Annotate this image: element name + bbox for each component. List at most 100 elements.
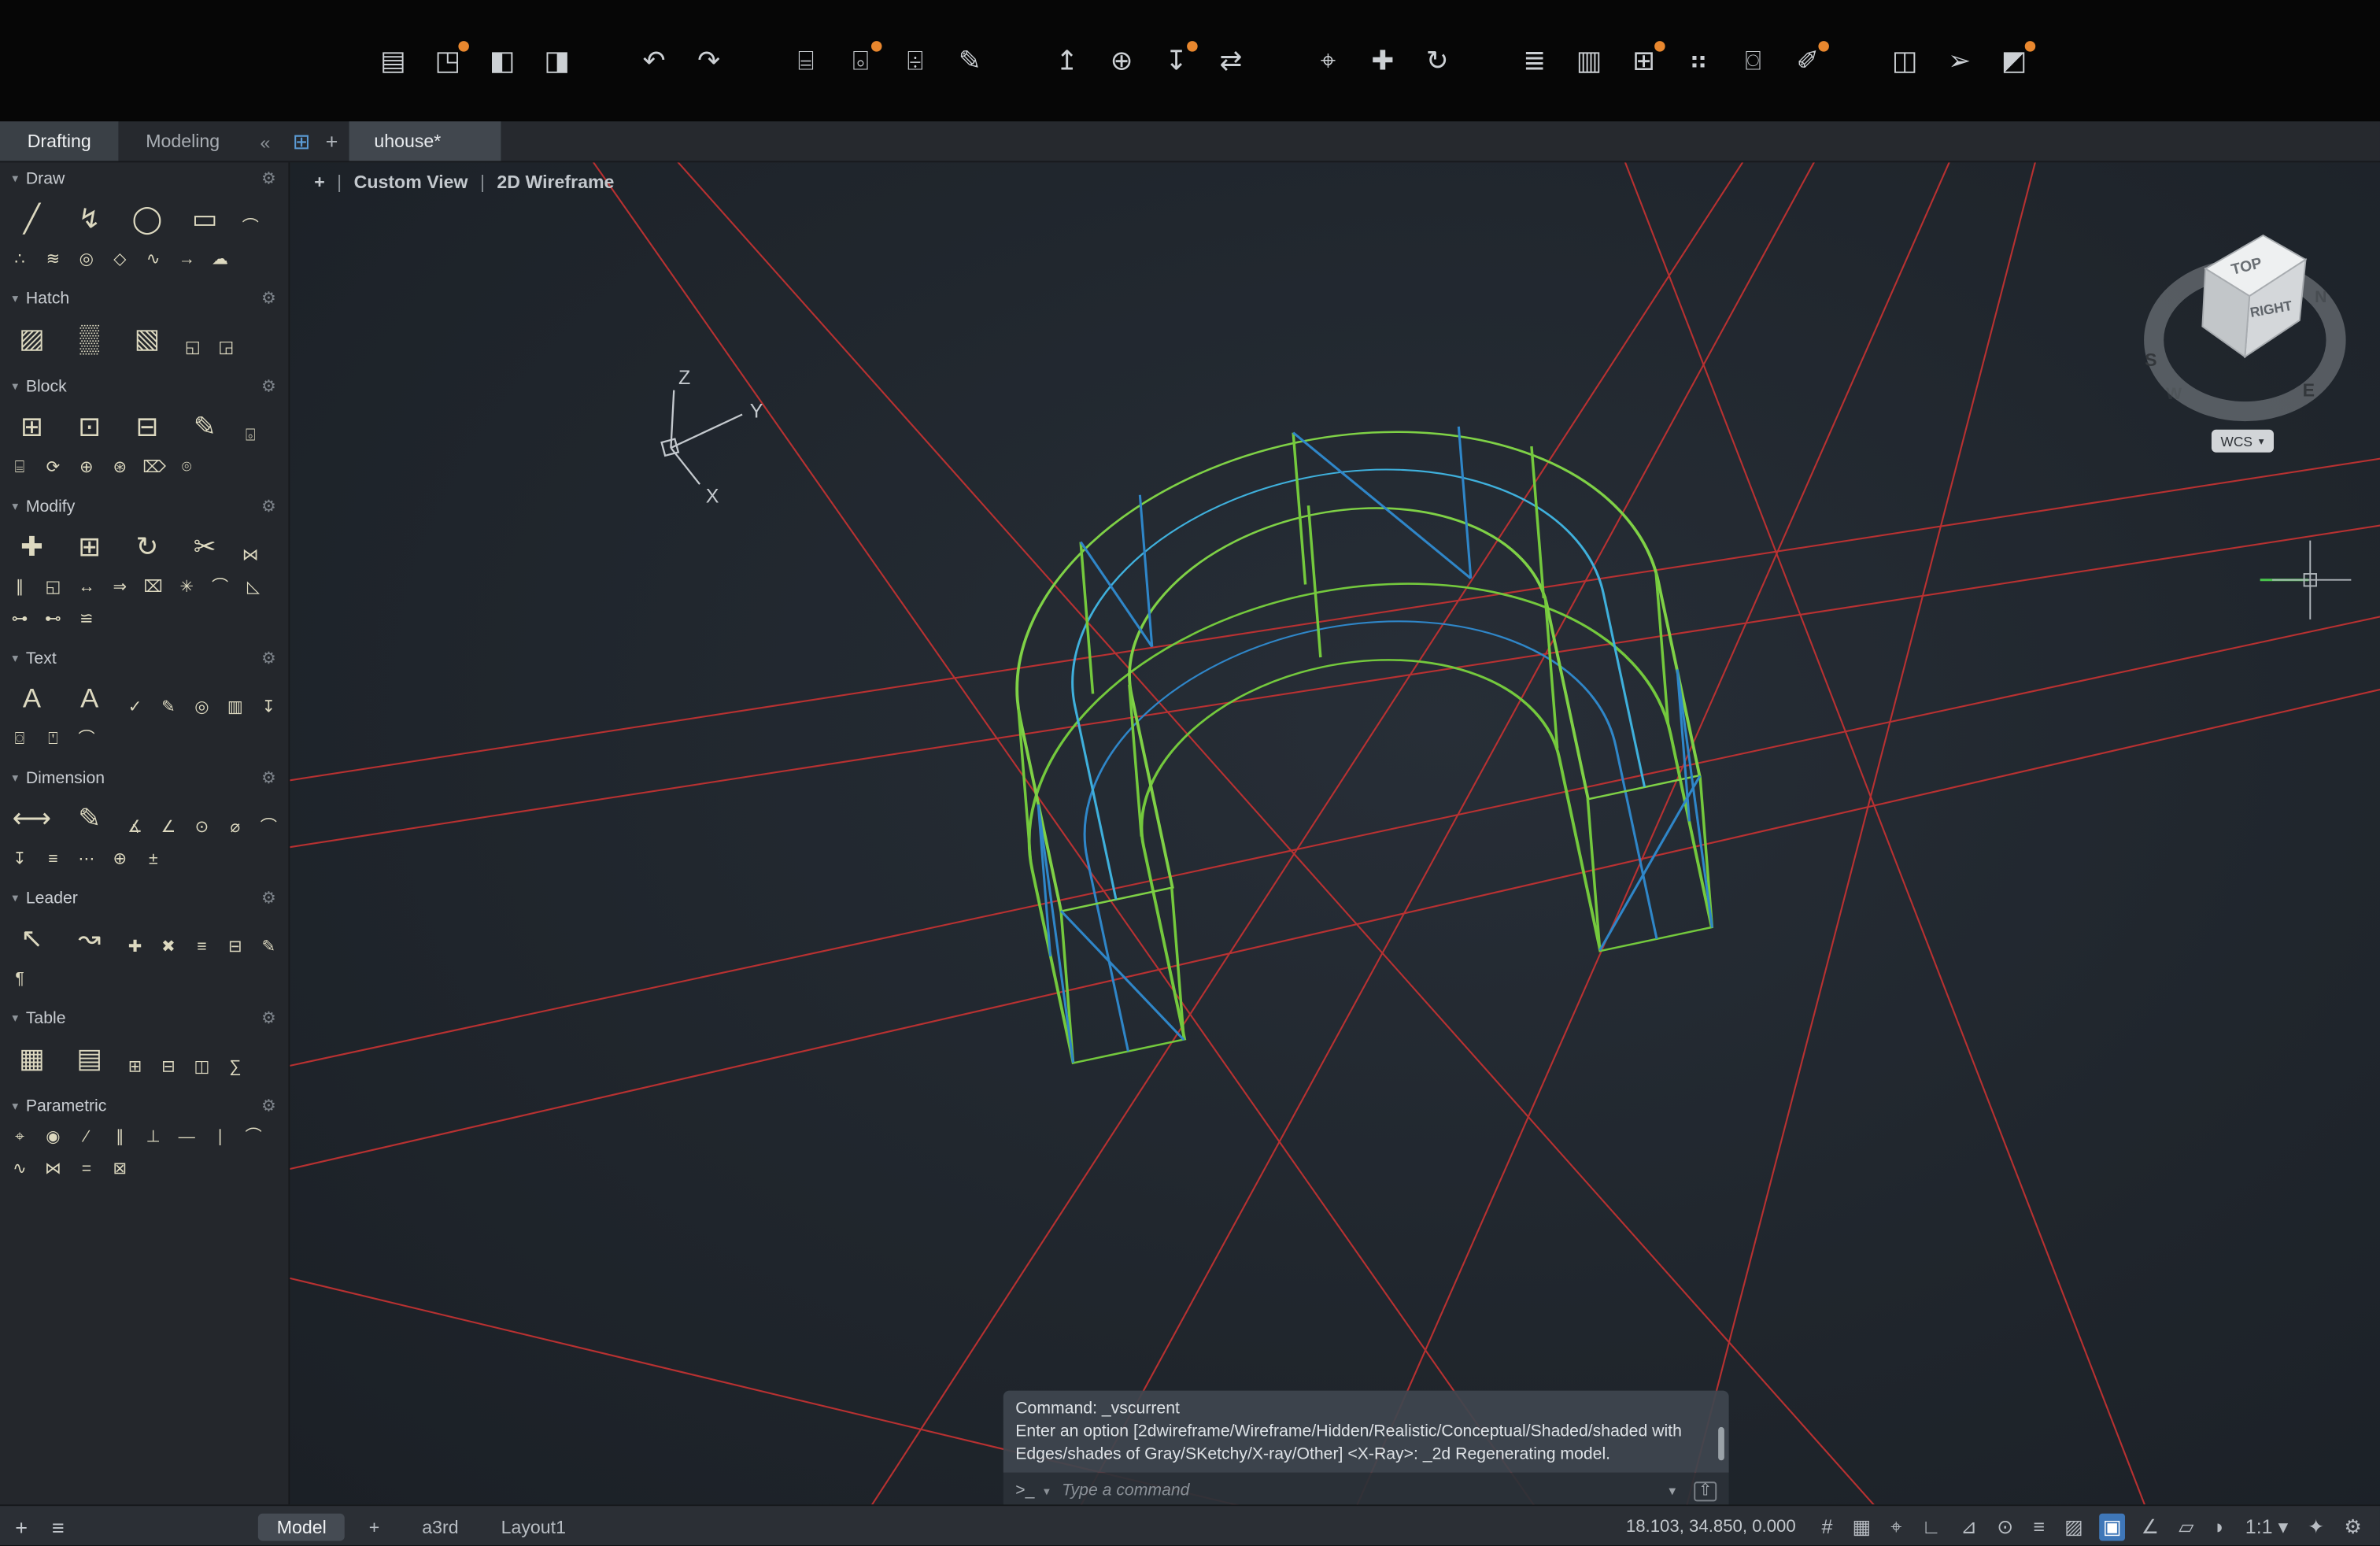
- save-as-icon[interactable]: ◨: [538, 41, 577, 80]
- Layout1[interactable]: Layout1: [482, 1513, 584, 1540]
- text-columns-tool[interactable]: ▥: [224, 693, 246, 721]
- revision-cloud-tool[interactable]: ☁: [209, 246, 231, 273]
- snap-mode-icon[interactable]: ▦: [1850, 1513, 1874, 1540]
- copy-tool[interactable]: ⊞: [67, 523, 113, 569]
- section-header-parametric[interactable]: ▾ Parametric ⚙: [0, 1090, 288, 1123]
- draw-section-gear-icon[interactable]: ⚙: [261, 168, 276, 188]
- trim-tool[interactable]: ✂: [182, 523, 227, 569]
- hatch-settings-tool[interactable]: ◲: [216, 334, 237, 361]
- horizontal-constraint-tool[interactable]: ―: [176, 1123, 198, 1151]
- line-tool[interactable]: ╱: [9, 196, 55, 242]
- new-drawing-tab-button[interactable]: +: [316, 128, 344, 155]
- block-section-gear-icon[interactable]: ⚙: [261, 376, 276, 396]
- single-line-text-tool[interactable]: A: [67, 675, 113, 721]
- section-header-hatch[interactable]: ▾ Hatch ⚙: [0, 283, 288, 315]
- angle-snap-icon[interactable]: ∠: [2138, 1513, 2162, 1540]
- view-name-control[interactable]: Custom View: [354, 172, 468, 193]
- share-icon[interactable]: ➢: [1940, 41, 1979, 80]
- radius-dimension-tool[interactable]: ⊙: [191, 814, 213, 841]
- geolocation-icon[interactable]: ⠶: [1679, 41, 1718, 80]
- command-input[interactable]: [1059, 1480, 1650, 1501]
- remove-leader-tool[interactable]: ✖: [158, 934, 179, 961]
- measure-icon[interactable]: ✐: [1788, 41, 1828, 80]
- coincident-constraint-tool[interactable]: ◉: [42, 1123, 64, 1151]
- break-tool[interactable]: ⊷: [42, 605, 64, 633]
- transparency-icon[interactable]: ▨: [2061, 1513, 2086, 1540]
- polyline-tool[interactable]: ↯: [67, 196, 113, 242]
- hatch-edit-tool[interactable]: ◱: [182, 334, 203, 361]
- design-center-icon[interactable]: ⊞: [1624, 41, 1664, 80]
- hatch-section-gear-icon[interactable]: ⚙: [261, 288, 276, 308]
- tangent-constraint-tool[interactable]: ⌒: [243, 1123, 264, 1151]
- tab-drafting[interactable]: Drafting: [0, 121, 118, 161]
- leader-section-gear-icon[interactable]: ⚙: [261, 888, 276, 908]
- gradient-tool[interactable]: ▒: [67, 316, 113, 361]
- viewport-menu-button[interactable]: +: [314, 172, 325, 193]
- grid-display-icon[interactable]: #: [1819, 1514, 1836, 1540]
- set-base-point-tool[interactable]: ⊕: [76, 454, 97, 482]
- ortho-mode-icon[interactable]: ∟: [1919, 1514, 1944, 1540]
- add-sheet-icon[interactable]: +: [15, 1515, 28, 1539]
- lineweight-icon[interactable]: ≡: [2030, 1514, 2047, 1540]
- center-mark-tool[interactable]: ⊕: [109, 845, 131, 873]
- display-settings-icon[interactable]: ◩: [1994, 41, 2034, 80]
- fillet-tool[interactable]: ⌒: [209, 574, 231, 601]
- baseline-dimension-tool[interactable]: ≡: [42, 845, 64, 873]
- section-header-draw[interactable]: ▾ Draw ⚙: [0, 162, 288, 194]
- purge-tool[interactable]: ⌦: [142, 454, 164, 482]
- create-block-tool[interactable]: ⊡: [67, 404, 113, 449]
- symmetric-constraint-tool[interactable]: ⋈: [42, 1156, 64, 1183]
- multiline-tool[interactable]: ≋: [42, 246, 64, 273]
- scrollbar-thumb[interactable]: [1718, 1427, 1724, 1460]
- polygon-tool[interactable]: ◇: [109, 246, 131, 273]
- spline-tool[interactable]: ∿: [142, 246, 164, 273]
- collect-leaders-tool[interactable]: ⊟: [224, 934, 246, 961]
- spell-check-tool[interactable]: ✓: [124, 693, 146, 721]
- define-attribute-tool[interactable]: ⌻: [240, 422, 261, 449]
- continue-dimension-tool[interactable]: ⋯: [76, 845, 97, 873]
- undo-icon[interactable]: ↶: [634, 41, 674, 80]
- Model[interactable]: Model: [259, 1513, 345, 1540]
- redo-icon[interactable]: ↷: [689, 41, 729, 80]
- delete-row-tool[interactable]: ⊟: [158, 1053, 179, 1081]
- rectangle-tool[interactable]: ▭: [182, 196, 227, 242]
- tolerance-tool[interactable]: ±: [142, 845, 164, 873]
- zoom-window-icon[interactable]: ⌖: [1308, 41, 1347, 80]
- object-snap-icon[interactable]: ⊙: [1994, 1513, 2016, 1540]
- +[interactable]: +: [351, 1513, 398, 1540]
- new-drawing-icon[interactable]: ▤: [373, 41, 412, 80]
- layout-switcher-icon[interactable]: ⊞: [293, 128, 311, 154]
- collinear-constraint-tool[interactable]: ∕: [76, 1123, 97, 1151]
- content-palette-icon[interactable]: ◫: [1885, 41, 1924, 80]
- visual-style-control[interactable]: 2D Wireframe: [497, 172, 614, 193]
- diameter-dimension-tool[interactable]: ⌀: [224, 814, 246, 841]
- table-section-gear-icon[interactable]: ⚙: [261, 1008, 276, 1028]
- annotate-tool[interactable]: ¶: [9, 966, 31, 993]
- infer-constraints-icon[interactable]: ⌖: [1887, 1513, 1905, 1540]
- multileader-tool[interactable]: ↖: [9, 915, 55, 961]
- offset-tool[interactable]: ∥: [9, 574, 31, 601]
- multiline-text-tool[interactable]: A: [9, 675, 55, 721]
- a3rd[interactable]: a3rd: [404, 1513, 477, 1540]
- erase-tool[interactable]: ⌧: [142, 574, 164, 601]
- chamfer-tool[interactable]: ◺: [243, 574, 264, 601]
- vertical-constraint-tool[interactable]: ∣: [209, 1123, 231, 1151]
- export-pdf-tool[interactable]: ⌼: [9, 726, 31, 753]
- edit-attribute-tool[interactable]: ⌸: [9, 454, 31, 482]
- section-header-block[interactable]: ▾ Block ⚙: [0, 371, 288, 403]
- import-text-tool[interactable]: ↧: [258, 693, 279, 721]
- workspace-settings-icon[interactable]: ⚙: [2341, 1513, 2365, 1540]
- plot-preview-icon[interactable]: ⌹: [896, 41, 935, 80]
- export-icon[interactable]: ⇄: [1211, 41, 1251, 80]
- sheet-list-icon[interactable]: ≡: [52, 1515, 65, 1539]
- tool-palettes-icon[interactable]: ▥: [1569, 41, 1609, 80]
- join-tool[interactable]: ⊶: [9, 605, 31, 633]
- sync-attributes-tool[interactable]: ⟳: [42, 454, 64, 482]
- linear-dimension-tool[interactable]: ⟷: [9, 796, 55, 841]
- collapse-tabs-button[interactable]: «: [247, 121, 283, 161]
- align-tool[interactable]: ≌: [76, 605, 97, 633]
- point-tool[interactable]: ∴: [9, 246, 31, 273]
- pdf-export-icon[interactable]: ⌼: [1733, 41, 1772, 80]
- dimension-section-gear-icon[interactable]: ⚙: [261, 768, 276, 788]
- arc-length-dimension-tool[interactable]: ⌒: [258, 814, 279, 841]
